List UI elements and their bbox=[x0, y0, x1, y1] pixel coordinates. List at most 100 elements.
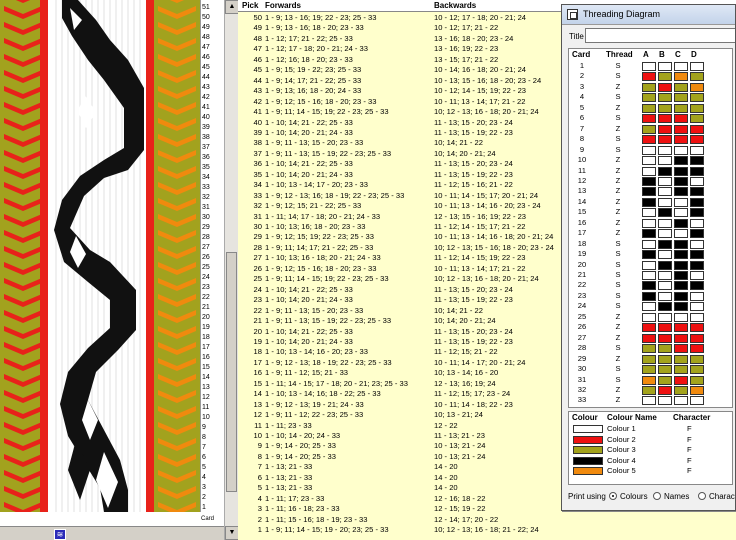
hole-b-cell[interactable] bbox=[658, 72, 672, 82]
hole-a-cell[interactable] bbox=[642, 62, 656, 71]
threading-row[interactable]: 31 S bbox=[569, 375, 734, 385]
hole-a-cell[interactable] bbox=[642, 323, 656, 333]
hole-b-cell[interactable] bbox=[658, 260, 672, 270]
hole-a-cell[interactable] bbox=[642, 291, 656, 301]
colour-swatch[interactable] bbox=[573, 435, 603, 444]
hole-b-cell[interactable] bbox=[658, 302, 672, 312]
hole-b-cell[interactable] bbox=[658, 166, 672, 176]
hole-b-cell[interactable] bbox=[658, 176, 672, 186]
colour-row[interactable]: Colour 1 F bbox=[569, 424, 734, 435]
hole-a-cell[interactable] bbox=[642, 135, 656, 145]
hole-b-cell[interactable] bbox=[658, 396, 672, 406]
hole-b-cell[interactable] bbox=[658, 291, 672, 301]
threading-row[interactable]: 29 Z bbox=[569, 354, 734, 364]
hole-b-cell[interactable] bbox=[658, 323, 672, 333]
threading-row[interactable]: 27 Z bbox=[569, 333, 734, 343]
pick-row[interactable]: 21 - 11; 15 - 16; 18 - 19; 23 - 33 12 - 1… bbox=[238, 514, 736, 525]
hole-a-cell[interactable] bbox=[642, 250, 656, 260]
threading-grid[interactable]: Card Thread A B C D 1 S 2 S 3 Z 4 S 5 Z 6 S 7 Z 8 S 9 S 10… bbox=[568, 48, 733, 408]
hole-b-cell[interactable] bbox=[658, 208, 672, 218]
hole-d-cell[interactable] bbox=[690, 333, 704, 343]
hole-d-cell[interactable] bbox=[690, 124, 704, 134]
threading-row[interactable]: 21 S bbox=[569, 270, 734, 280]
hole-b-cell[interactable] bbox=[658, 135, 672, 145]
threading-row[interactable]: 28 S bbox=[569, 343, 734, 354]
colour-swatch[interactable] bbox=[573, 425, 603, 433]
hole-a-cell[interactable] bbox=[642, 156, 656, 166]
threading-row[interactable]: 8S bbox=[569, 134, 734, 145]
hole-d-cell[interactable] bbox=[690, 302, 704, 312]
hole-c-cell[interactable] bbox=[674, 323, 688, 333]
print-colours-label[interactable]: Colours bbox=[620, 492, 648, 501]
threading-row[interactable]: 1S bbox=[569, 61, 734, 71]
hole-a-cell[interactable] bbox=[642, 365, 656, 375]
hole-a-cell[interactable] bbox=[642, 72, 656, 82]
hole-d-cell[interactable] bbox=[690, 250, 704, 260]
threading-row[interactable]: 4S bbox=[569, 92, 734, 103]
threading-row[interactable]: 2S bbox=[569, 71, 734, 82]
hole-c-cell[interactable] bbox=[674, 103, 688, 113]
hole-a-cell[interactable] bbox=[642, 176, 656, 186]
hole-a-cell[interactable] bbox=[642, 166, 656, 176]
hole-d-cell[interactable] bbox=[690, 365, 704, 375]
hole-a-cell[interactable] bbox=[642, 103, 656, 113]
threading-row[interactable]: 20 S bbox=[569, 260, 734, 270]
colour-row[interactable]: Colour 5 F bbox=[569, 466, 734, 477]
hole-c-cell[interactable] bbox=[674, 187, 688, 197]
hole-a-cell[interactable] bbox=[642, 271, 656, 280]
hole-c-cell[interactable] bbox=[674, 271, 688, 280]
hole-b-cell[interactable] bbox=[658, 385, 672, 395]
threading-row[interactable]: 24 S bbox=[569, 301, 734, 312]
hole-d-cell[interactable] bbox=[690, 229, 704, 239]
hole-d-cell[interactable] bbox=[690, 312, 704, 322]
vertical-scrollbar[interactable]: ▲ ▼ bbox=[224, 0, 239, 540]
hole-c-cell[interactable] bbox=[674, 354, 688, 364]
hole-c-cell[interactable] bbox=[674, 291, 688, 301]
hole-b-cell[interactable] bbox=[658, 218, 672, 228]
threading-window-titlebar[interactable]: Threading Diagram bbox=[562, 5, 735, 25]
threading-row[interactable]: 32 Z bbox=[569, 385, 734, 395]
hole-d-cell[interactable] bbox=[690, 218, 704, 228]
threading-row[interactable]: 10 Z bbox=[569, 155, 734, 166]
hole-d-cell[interactable] bbox=[690, 323, 704, 333]
hole-a-cell[interactable] bbox=[642, 145, 656, 155]
hole-a-cell[interactable] bbox=[642, 312, 656, 322]
hole-c-cell[interactable] bbox=[674, 124, 688, 134]
threading-row[interactable]: 22 S bbox=[569, 280, 734, 291]
hole-a-cell[interactable] bbox=[642, 354, 656, 364]
hole-b-cell[interactable] bbox=[658, 156, 672, 166]
hole-b-cell[interactable] bbox=[658, 145, 672, 155]
hole-b-cell[interactable] bbox=[658, 281, 672, 291]
hole-c-cell[interactable] bbox=[674, 239, 688, 249]
hole-b-cell[interactable] bbox=[658, 197, 672, 207]
hole-b-cell[interactable] bbox=[658, 103, 672, 113]
hole-d-cell[interactable] bbox=[690, 375, 704, 385]
threading-row[interactable]: 7Z bbox=[569, 124, 734, 134]
hole-c-cell[interactable] bbox=[674, 208, 688, 218]
hole-c-cell[interactable] bbox=[674, 156, 688, 166]
woven-band-preview[interactable] bbox=[0, 0, 200, 526]
print-colours-radio[interactable] bbox=[609, 492, 617, 500]
threading-row[interactable]: 9S bbox=[569, 145, 734, 155]
threading-row[interactable]: 13 Z bbox=[569, 186, 734, 197]
threading-row[interactable]: 25 Z bbox=[569, 312, 734, 322]
hole-c-cell[interactable] bbox=[674, 93, 688, 103]
hole-b-cell[interactable] bbox=[658, 312, 672, 322]
hole-c-cell[interactable] bbox=[674, 302, 688, 312]
colour-row[interactable]: Colour 3 F bbox=[569, 445, 734, 456]
hole-d-cell[interactable] bbox=[690, 103, 704, 113]
hole-c-cell[interactable] bbox=[674, 82, 688, 92]
hole-a-cell[interactable] bbox=[642, 375, 656, 385]
hole-a-cell[interactable] bbox=[642, 218, 656, 228]
hole-a-cell[interactable] bbox=[642, 385, 656, 395]
hole-b-cell[interactable] bbox=[658, 93, 672, 103]
colour-swatch[interactable] bbox=[573, 456, 603, 465]
hole-c-cell[interactable] bbox=[674, 312, 688, 322]
print-characters-radio[interactable] bbox=[698, 492, 706, 500]
hole-c-cell[interactable] bbox=[674, 72, 688, 82]
threading-diagram-window[interactable]: Threading Diagram Title Card Thread A B … bbox=[561, 4, 736, 511]
threading-row[interactable]: 15 Z bbox=[569, 207, 734, 218]
hole-a-cell[interactable] bbox=[642, 187, 656, 197]
hole-b-cell[interactable] bbox=[658, 250, 672, 260]
hole-a-cell[interactable] bbox=[642, 302, 656, 312]
